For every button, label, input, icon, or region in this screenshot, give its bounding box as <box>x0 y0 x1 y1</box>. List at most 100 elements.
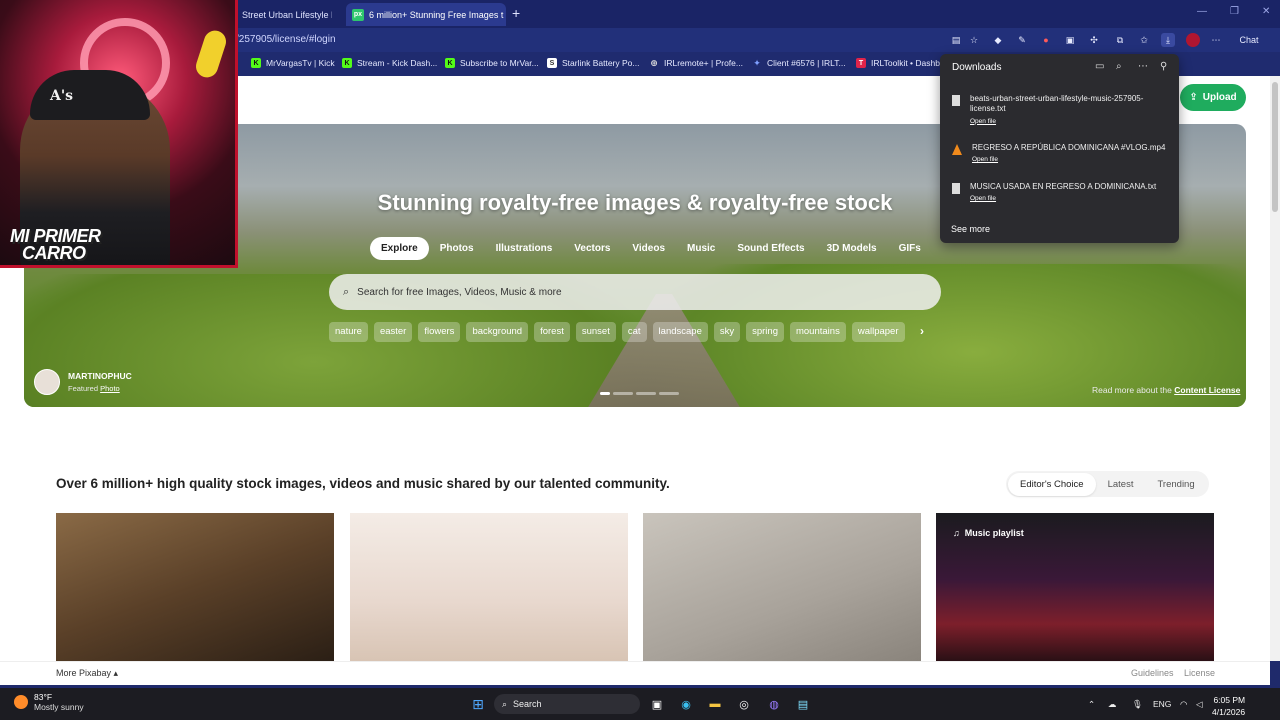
edge-icon[interactable]: ◉ <box>676 694 696 714</box>
tab-pixabay[interactable]: px 6 million+ Stunning Free Images t ✕ <box>346 3 506 26</box>
folder-icon[interactable]: ▭ <box>1095 61 1104 72</box>
extension-icon[interactable]: ✎ <box>1015 33 1029 47</box>
featured-photo-link[interactable]: Photo <box>100 384 120 393</box>
chip-nature[interactable]: nature <box>329 322 368 342</box>
bookmark-label: MrVargasTv | Kick <box>266 58 335 68</box>
chip-flowers[interactable]: flowers <box>418 322 461 342</box>
search-icon[interactable]: ⌕ <box>1116 61 1122 72</box>
download-icon[interactable]: ⤓ <box>1161 33 1175 47</box>
copilot-chat-button[interactable]: Chat <box>1234 33 1264 47</box>
scrollbar-thumb[interactable] <box>1272 82 1278 212</box>
guidelines-link[interactable]: Guidelines <box>1131 668 1174 678</box>
tab-music-license[interactable]: Street Urban Lifestyle Mu ✕ <box>236 3 332 26</box>
chip-landscape[interactable]: landscape <box>652 322 708 342</box>
clock-time: 6:05 PM <box>1213 695 1246 705</box>
download-item[interactable]: REGRESO A REPÚBLICA DOMINICANA #VLOG.mp4… <box>952 143 1167 163</box>
carousel-dot[interactable] <box>636 392 656 395</box>
url-field[interactable]: /257905/license/#login <box>236 34 336 45</box>
open-file-link[interactable]: Open file <box>972 156 1165 163</box>
tab-vectors[interactable]: Vectors <box>563 237 621 260</box>
gallery-image[interactable] <box>56 513 334 661</box>
volume-icon[interactable]: ◁ <box>1196 699 1203 710</box>
chip-sky[interactable]: sky <box>713 322 741 342</box>
download-item[interactable]: beats-urban-street-urban-lifestyle-music… <box>952 94 1167 125</box>
gallery-image[interactable] <box>350 513 628 661</box>
carousel-dot[interactable] <box>659 392 679 395</box>
sort-editors-choice[interactable]: Editor's Choice <box>1008 472 1096 496</box>
content-license-link[interactable]: Content License <box>1174 385 1240 395</box>
bookmark-item[interactable]: T IRLToolkit • Dashb... <box>856 58 947 68</box>
bookmark-item[interactable]: K Subscribe to MrVar... <box>445 58 539 68</box>
chevron-right-icon[interactable]: › <box>920 324 924 338</box>
license-link[interactable]: License <box>1184 668 1215 678</box>
windows-start-icon[interactable]: ⊞ <box>468 694 488 714</box>
extensions-puzzle-icon[interactable]: ✣ <box>1087 33 1101 47</box>
tab-sound-effects[interactable]: Sound Effects <box>726 237 815 260</box>
chip-background[interactable]: background <box>466 322 529 342</box>
featured-credit[interactable]: MARTINOPHUC Featured Photo <box>34 369 132 395</box>
close-window-icon[interactable]: ✕ <box>1262 6 1270 17</box>
search-input[interactable]: ⌕ Search for free Images, Videos, Music … <box>329 274 941 310</box>
system-clock[interactable]: 6:05 PM 4/1/2026 <box>1212 694 1245 718</box>
carousel-dot[interactable] <box>600 392 610 395</box>
favorite-star-icon[interactable]: ☆ <box>967 33 981 47</box>
sort-latest[interactable]: Latest <box>1096 473 1146 496</box>
tab-photos[interactable]: Photos <box>429 237 485 260</box>
sort-trending[interactable]: Trending <box>1145 473 1206 496</box>
more-pixabay-button[interactable]: More Pixabay ▴ <box>56 668 118 679</box>
chip-wallpaper[interactable]: wallpaper <box>851 322 905 342</box>
minimize-icon[interactable]: — <box>1197 6 1207 17</box>
bookmark-item[interactable]: S Starlink Battery Po... <box>547 58 639 68</box>
tab-explore[interactable]: Explore <box>370 237 429 260</box>
file-explorer-icon[interactable]: ▬ <box>705 694 725 714</box>
chip-easter[interactable]: easter <box>373 322 413 342</box>
profile-avatar[interactable] <box>1186 33 1200 47</box>
new-tab-button[interactable]: + <box>512 5 520 21</box>
extension-icon[interactable]: ▣ <box>1063 33 1077 47</box>
more-menu-icon[interactable]: ⋯ <box>1209 33 1223 47</box>
chip-forest[interactable]: forest <box>534 322 570 342</box>
bookmark-item[interactable]: K MrVargasTv | Kick <box>251 58 335 68</box>
chevron-up-icon[interactable]: ⌃ <box>1088 699 1095 710</box>
bookmark-item[interactable]: ⊕ IRLremote+ | Profe... <box>649 58 743 69</box>
sun-icon <box>14 695 28 709</box>
favorites-icon[interactable]: ✩ <box>1137 33 1151 47</box>
chip-sunset[interactable]: sunset <box>575 322 616 342</box>
wifi-icon[interactable]: ◠ <box>1180 699 1187 710</box>
taskbar-search[interactable]: ⌕ Search <box>494 694 640 714</box>
bookmark-item[interactable]: ✦ Client #6576 | IRLT... <box>752 58 845 69</box>
extension-icon[interactable]: ● <box>1039 33 1053 47</box>
chip-mountains[interactable]: mountains <box>789 322 846 342</box>
extension-icon[interactable]: ◆ <box>991 33 1005 47</box>
weather-widget[interactable]: 83°F Mostly sunny <box>14 692 84 712</box>
pin-icon[interactable]: ⚲ <box>1160 61 1167 72</box>
see-more-link[interactable]: See more <box>951 224 990 234</box>
tab-illustrations[interactable]: Illustrations <box>485 237 564 260</box>
more-options-icon[interactable]: ⋯ <box>1138 61 1148 72</box>
gallery-image[interactable] <box>643 513 921 661</box>
discord-icon[interactable]: ◍ <box>764 694 784 714</box>
avatar[interactable] <box>34 369 60 395</box>
photographer-name[interactable]: MARTINOPHUC <box>68 371 132 381</box>
bookmark-item[interactable]: K Stream - Kick Dash... <box>342 58 437 68</box>
open-file-link[interactable]: Open file <box>970 118 1167 125</box>
reader-view-icon[interactable]: ▤ <box>949 33 963 47</box>
obs-icon[interactable]: ◎ <box>734 694 754 714</box>
onedrive-icon[interactable]: ☁ <box>1108 699 1117 710</box>
chip-spring[interactable]: spring <box>746 322 784 342</box>
microphone-icon[interactable]: 🎙 <box>1132 699 1143 710</box>
language-indicator[interactable]: ENG <box>1153 699 1171 709</box>
upload-button[interactable]: ⇪ Upload <box>1180 84 1246 111</box>
notepad-icon[interactable]: ▤ <box>793 694 813 714</box>
maximize-icon[interactable]: ❐ <box>1230 6 1239 17</box>
open-file-link[interactable]: Open file <box>970 195 1156 202</box>
tab-videos[interactable]: Videos <box>621 237 676 260</box>
split-screen-icon[interactable]: ⧉ <box>1113 33 1127 47</box>
carousel-dot[interactable] <box>613 392 633 395</box>
tab-music[interactable]: Music <box>676 237 726 260</box>
download-item[interactable]: MUSICA USADA EN REGRESO A DOMINICANA.txt… <box>952 182 1167 202</box>
task-view-icon[interactable]: ▣ <box>647 694 667 714</box>
tab-3d-models[interactable]: 3D Models <box>816 237 888 260</box>
chip-cat[interactable]: cat <box>621 322 647 342</box>
tab-gifs[interactable]: GIFs <box>888 237 932 260</box>
